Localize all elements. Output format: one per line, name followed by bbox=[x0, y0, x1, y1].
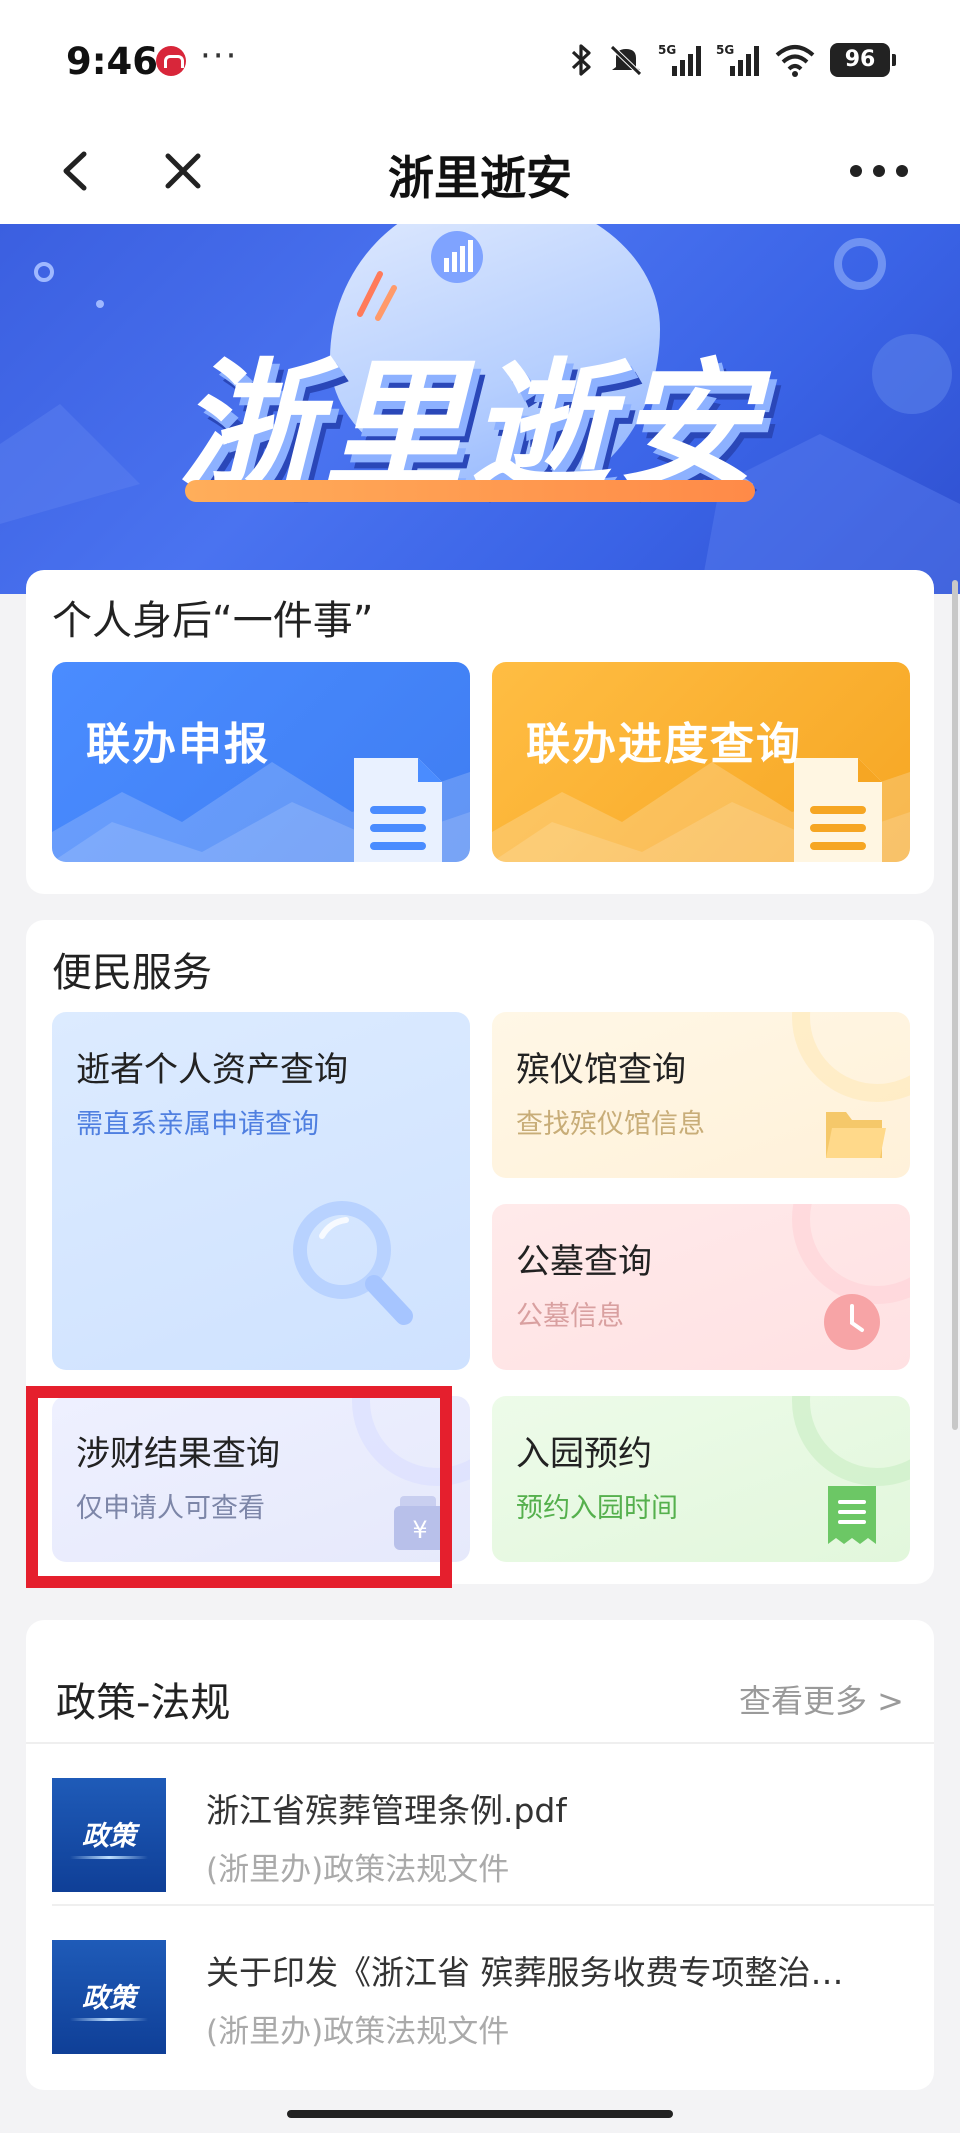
service-title: 公墓查询 bbox=[516, 1242, 652, 1282]
thumbnail-label: 政策 bbox=[82, 1983, 136, 2014]
section-title: 个人身后“一件事” bbox=[52, 598, 374, 644]
policy-title: 关于印发《浙江省 殡葬服务收费专项整治… bbox=[206, 1953, 844, 1992]
deceased-assets-query-button[interactable]: 逝者个人资产查询 需直系亲属申请查询 bbox=[52, 1012, 470, 1370]
document-icon bbox=[354, 758, 442, 862]
policy-list-item[interactable]: 政策 关于印发《浙江省 殡葬服务收费专项整治… (浙里办)政策法规文件 bbox=[26, 1906, 934, 2068]
decoration-circle bbox=[792, 1396, 910, 1486]
view-more-link[interactable]: 查看更多 > bbox=[739, 1676, 904, 1722]
more-dots-icon[interactable] bbox=[844, 146, 914, 196]
status-more-indicator: ··· bbox=[200, 36, 239, 76]
policy-thumbnail: 政策 bbox=[52, 1940, 166, 2054]
hero-banner: 浙里逝安 bbox=[0, 224, 960, 594]
section-title: 政策-法规 bbox=[56, 1680, 231, 1726]
tile-label: 联办进度查询 bbox=[526, 719, 802, 770]
magnifier-icon bbox=[293, 1201, 413, 1325]
bar-chart-icon bbox=[431, 231, 483, 283]
thumbnail-label: 政策 bbox=[82, 1821, 136, 1852]
banner-underline bbox=[185, 480, 755, 502]
service-title: 入园预约 bbox=[516, 1434, 652, 1474]
park-reservation-button[interactable]: 入园预约 预约入园时间 bbox=[492, 1396, 910, 1562]
folder-icon bbox=[826, 1112, 886, 1158]
receipt-icon bbox=[828, 1486, 876, 1544]
highlight-annotation bbox=[26, 1386, 452, 1588]
signal-5g-icon: 5G bbox=[658, 43, 701, 76]
service-subtitle: 需直系亲属申请查询 bbox=[76, 1109, 319, 1140]
svg-text:5G: 5G bbox=[716, 43, 734, 57]
home-indicator[interactable] bbox=[287, 2110, 673, 2118]
tile-label: 联办申报 bbox=[86, 719, 270, 770]
policy-source: (浙里办)政策法规文件 bbox=[206, 1852, 510, 1888]
nav-bar: 浙里逝安 bbox=[0, 120, 960, 224]
decoration-circle bbox=[792, 1012, 910, 1102]
policy-card: 政策-法规 查看更多 > 政策 浙江省殡葬管理条例.pdf (浙里办)政策法规文… bbox=[26, 1620, 934, 2090]
mute-icon bbox=[610, 45, 642, 76]
policy-title: 浙江省殡葬管理条例.pdf bbox=[206, 1791, 568, 1830]
section-title: 便民服务 bbox=[52, 950, 212, 996]
svg-text:5G: 5G bbox=[658, 43, 676, 57]
policy-list-item[interactable]: 政策 浙江省殡葬管理条例.pdf (浙里办)政策法规文件 bbox=[26, 1744, 934, 1906]
battery-icon: 96 bbox=[830, 43, 896, 77]
clock-icon bbox=[824, 1294, 880, 1350]
funeral-home-query-button[interactable]: 殡仪馆查询 查找殡仪馆信息 bbox=[492, 1012, 910, 1178]
service-subtitle: 公墓信息 bbox=[516, 1301, 624, 1332]
service-title: 逝者个人资产查询 bbox=[76, 1050, 348, 1090]
signal-5g-icon: 5G bbox=[716, 43, 759, 76]
wifi-icon bbox=[775, 45, 815, 77]
personal-affairs-card: 个人身后“一件事” 联办申报 联办进度查询 bbox=[26, 570, 934, 894]
notification-app-icon bbox=[156, 46, 186, 76]
cemetery-query-button[interactable]: 公墓查询 公墓信息 bbox=[492, 1204, 910, 1370]
service-subtitle: 预约入园时间 bbox=[516, 1493, 678, 1524]
joint-application-button[interactable]: 联办申报 bbox=[52, 662, 470, 862]
bluetooth-icon bbox=[571, 44, 591, 76]
status-bar: 9:46 ··· 5G 5G 96 bbox=[0, 0, 960, 120]
service-title: 殡仪馆查询 bbox=[516, 1050, 686, 1090]
status-time: 9:46 bbox=[66, 40, 159, 83]
scrollbar[interactable] bbox=[952, 580, 958, 1430]
page-title: 浙里逝安 bbox=[388, 151, 572, 205]
service-subtitle: 查找殡仪馆信息 bbox=[516, 1109, 705, 1140]
document-icon bbox=[794, 758, 882, 862]
policy-thumbnail: 政策 bbox=[52, 1778, 166, 1892]
status-icons: 5G 5G 96 bbox=[570, 40, 896, 80]
decoration-circle bbox=[792, 1204, 910, 1304]
progress-query-button[interactable]: 联办进度查询 bbox=[492, 662, 910, 862]
policy-source: (浙里办)政策法规文件 bbox=[206, 2014, 510, 2050]
